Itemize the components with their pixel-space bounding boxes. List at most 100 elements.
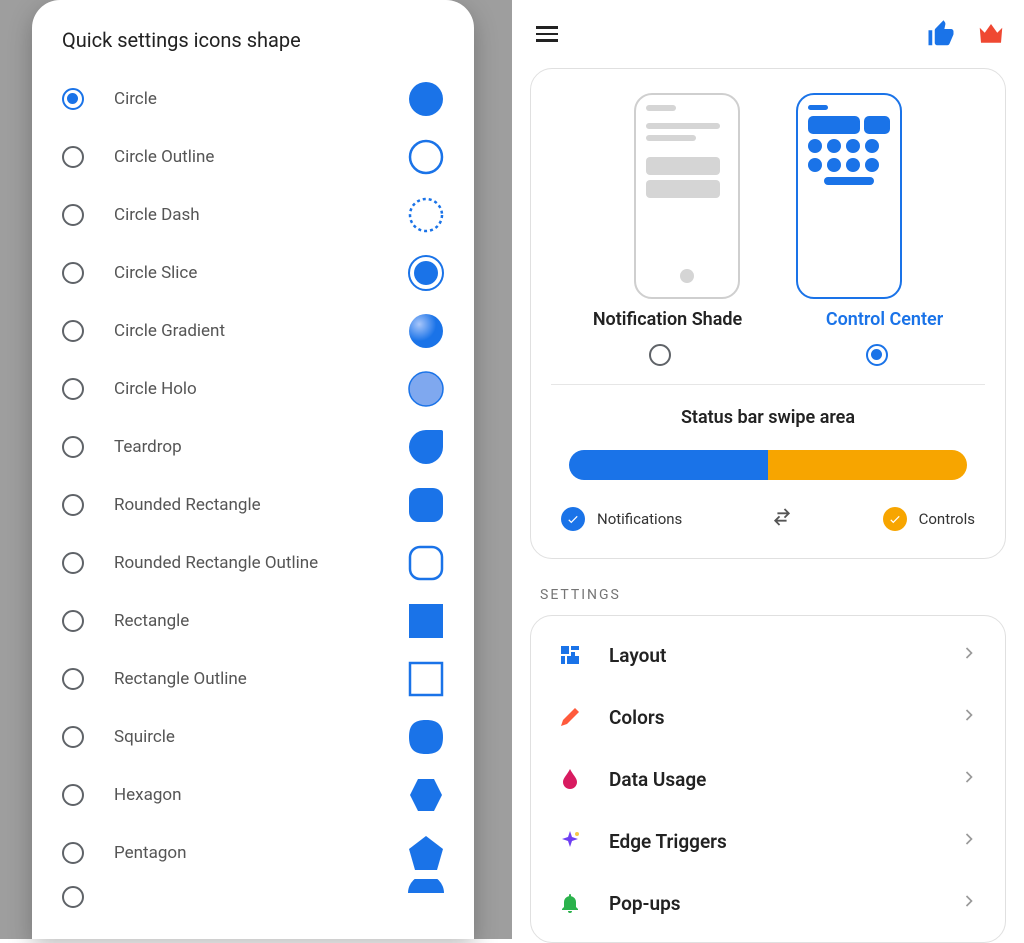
layout-icon bbox=[557, 642, 583, 668]
settings-item-data-usage[interactable]: Data Usage bbox=[539, 748, 997, 810]
circle-icon bbox=[408, 81, 444, 117]
radio-icon bbox=[62, 146, 84, 168]
radio-icon bbox=[62, 88, 84, 110]
shape-list: Circle Circle Outline Circle Dash bbox=[62, 70, 444, 912]
rectangle-outline-icon bbox=[408, 661, 444, 697]
settings-item-label: Pop-ups bbox=[609, 892, 959, 915]
settings-item-edge-triggers[interactable]: Edge Triggers bbox=[539, 810, 997, 872]
shape-dialog: Quick settings icons shape Circle Circle… bbox=[32, 0, 474, 939]
rectangle-icon bbox=[408, 603, 444, 639]
shape-label: Circle Slice bbox=[114, 263, 408, 283]
radio-icon bbox=[62, 784, 84, 806]
shape-option-circle-gradient[interactable]: Circle Gradient bbox=[62, 302, 444, 360]
shape-label: Circle bbox=[114, 89, 408, 109]
radio-icon bbox=[62, 262, 84, 284]
settings-item-label: Data Usage bbox=[609, 768, 959, 791]
chevron-right-icon bbox=[959, 767, 979, 791]
swipe-segment-controls bbox=[768, 450, 967, 480]
shape-option-rectangle-outline[interactable]: Rectangle Outline bbox=[62, 650, 444, 708]
rounded-rectangle-outline-icon bbox=[408, 545, 444, 581]
shape-label: Teardrop bbox=[114, 437, 408, 457]
chevron-right-icon bbox=[959, 891, 979, 915]
radio-icon bbox=[62, 494, 84, 516]
radio-icon bbox=[62, 886, 84, 908]
shape-option-pentagon[interactable]: Pentagon bbox=[62, 824, 444, 882]
settings-item-label: Edge Triggers bbox=[609, 830, 959, 853]
radio-notification-shade[interactable] bbox=[649, 344, 671, 366]
settings-section-header: SETTINGS bbox=[540, 587, 1006, 603]
settings-item-colors[interactable]: Colors bbox=[539, 686, 997, 748]
control-center-preview[interactable] bbox=[796, 93, 902, 299]
shape-option-rounded-rectangle[interactable]: Rounded Rectangle bbox=[62, 476, 444, 534]
shape-label: Pentagon bbox=[114, 843, 408, 863]
shape-label: Rounded Rectangle bbox=[114, 495, 408, 515]
circle-outline-icon bbox=[408, 139, 444, 175]
shape-option-hexagon[interactable]: Hexagon bbox=[62, 766, 444, 824]
radio-icon bbox=[62, 320, 84, 342]
shape-option-circle-outline[interactable]: Circle Outline bbox=[62, 128, 444, 186]
chevron-right-icon bbox=[959, 829, 979, 853]
colors-icon bbox=[557, 704, 583, 730]
shape-label: Circle Holo bbox=[114, 379, 408, 399]
mode-previews bbox=[551, 93, 985, 299]
shape-option-rounded-rectangle-outline[interactable]: Rounded Rectangle Outline bbox=[62, 534, 444, 592]
check-icon bbox=[561, 507, 585, 531]
legend-label: Controls bbox=[919, 510, 975, 528]
chevron-right-icon bbox=[959, 705, 979, 729]
radio-icon bbox=[62, 668, 84, 690]
shape-option-circle[interactable]: Circle bbox=[62, 70, 444, 128]
dialog-title: Quick settings icons shape bbox=[62, 28, 444, 52]
shape-option-squircle[interactable]: Squircle bbox=[62, 708, 444, 766]
thumb-up-icon[interactable] bbox=[926, 19, 956, 49]
radio-icon bbox=[62, 842, 84, 864]
rounded-rectangle-icon bbox=[408, 487, 444, 523]
shape-option-circle-slice[interactable]: Circle Slice bbox=[62, 244, 444, 302]
notification-shade-preview[interactable] bbox=[634, 93, 740, 299]
crown-icon[interactable] bbox=[976, 19, 1006, 49]
pentagon-icon bbox=[408, 835, 444, 871]
shape-label: Circle Gradient bbox=[114, 321, 408, 341]
shape-option-circle-dash[interactable]: Circle Dash bbox=[62, 186, 444, 244]
circle-gradient-icon bbox=[408, 313, 444, 349]
legend-controls[interactable]: Controls bbox=[883, 507, 975, 531]
right-panel: Notification Shade Control Center Status… bbox=[512, 0, 1024, 939]
mode-label-control-center: Control Center bbox=[826, 309, 943, 330]
settings-item-label: Colors bbox=[609, 706, 959, 729]
swipe-bar[interactable] bbox=[569, 450, 967, 480]
drop-icon bbox=[557, 766, 583, 792]
shape-label: Rounded Rectangle Outline bbox=[114, 553, 408, 573]
settings-item-popups[interactable]: Pop-ups bbox=[539, 872, 997, 934]
hexagon-icon bbox=[408, 777, 444, 813]
sparkle-icon bbox=[557, 828, 583, 854]
swipe-area-title: Status bar swipe area bbox=[551, 407, 985, 428]
swipe-segment-notifications bbox=[569, 450, 768, 480]
shape-next-icon bbox=[408, 879, 444, 915]
shape-option-next[interactable] bbox=[62, 882, 444, 912]
radio-icon bbox=[62, 552, 84, 574]
legend-label: Notifications bbox=[597, 510, 682, 528]
settings-item-layout[interactable]: Layout bbox=[539, 624, 997, 686]
shape-option-circle-holo[interactable]: Circle Holo bbox=[62, 360, 444, 418]
circle-slice-icon bbox=[408, 255, 444, 291]
shape-label: Squircle bbox=[114, 727, 408, 747]
shape-label: Hexagon bbox=[114, 785, 408, 805]
settings-list: Layout Colors Data Usage bbox=[530, 615, 1006, 943]
radio-control-center[interactable] bbox=[866, 344, 888, 366]
shape-option-teardrop[interactable]: Teardrop bbox=[62, 418, 444, 476]
shape-option-rectangle[interactable]: Rectangle bbox=[62, 592, 444, 650]
radio-icon bbox=[62, 204, 84, 226]
shape-label: Circle Dash bbox=[114, 205, 408, 225]
shape-label: Rectangle Outline bbox=[114, 669, 408, 689]
legend-notifications[interactable]: Notifications bbox=[561, 507, 682, 531]
chevron-right-icon bbox=[959, 643, 979, 667]
shape-label: Circle Outline bbox=[114, 147, 408, 167]
bell-icon bbox=[557, 890, 583, 916]
teardrop-icon bbox=[408, 429, 444, 465]
radio-icon bbox=[62, 436, 84, 458]
swap-icon[interactable] bbox=[771, 506, 793, 532]
radio-icon bbox=[62, 378, 84, 400]
mode-card: Notification Shade Control Center Status… bbox=[530, 68, 1006, 559]
check-icon bbox=[883, 507, 907, 531]
mode-label-notification-shade: Notification Shade bbox=[593, 309, 742, 330]
menu-icon[interactable] bbox=[530, 16, 564, 52]
